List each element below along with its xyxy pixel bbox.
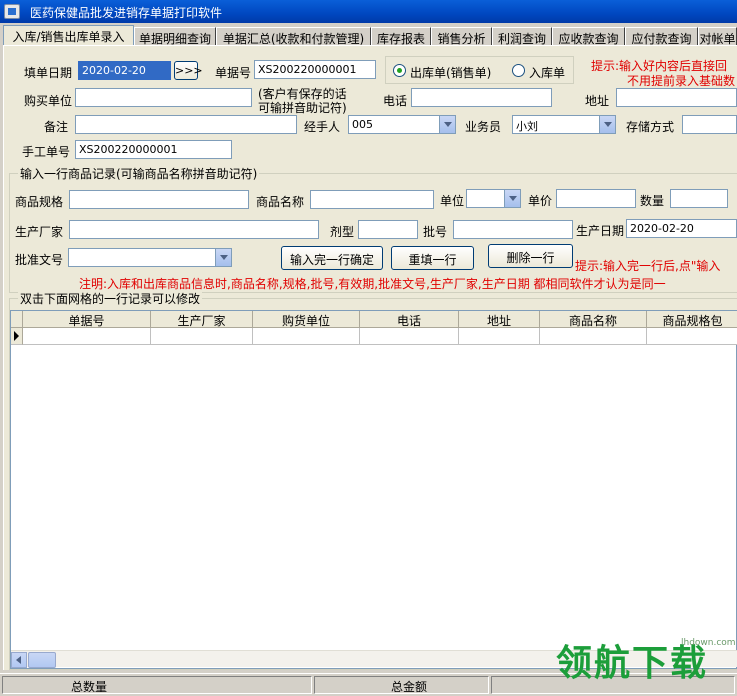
storage-label: 存储方式	[626, 120, 675, 134]
salesman-select[interactable]: 小刘	[512, 115, 616, 134]
spec-label: 商品规格	[15, 195, 64, 209]
chevron-down-icon[interactable]	[215, 249, 231, 266]
remark-label: 备注	[44, 120, 69, 134]
approval-label: 批准文号	[15, 253, 64, 267]
tab-profit-query[interactable]: 利润查询	[492, 27, 552, 46]
handler-label: 经手人	[304, 120, 341, 134]
maker-input[interactable]	[69, 220, 319, 239]
confirm-row-button[interactable]: 输入完一行确定	[281, 246, 383, 270]
date-picker-button[interactable]: >>>	[174, 61, 203, 80]
grid-cell[interactable]	[459, 328, 540, 345]
manual-no-label: 手工单号	[22, 145, 71, 159]
col-product-spec[interactable]: 商品规格包	[647, 311, 737, 328]
records-grid[interactable]: 单据号 生产厂家 购货单位 电话 地址 商品名称 商品规格包	[10, 310, 737, 669]
app-icon	[4, 4, 20, 19]
fill-date-input[interactable]: 2020-02-20	[78, 61, 171, 80]
mfg-date-label: 生产日期	[576, 224, 625, 238]
manual-no-input[interactable]: XS200220000001	[75, 140, 232, 159]
radio-in-label[interactable]: 入库单	[529, 64, 565, 81]
price-input[interactable]	[556, 189, 636, 208]
col-phone[interactable]: 电话	[360, 311, 459, 328]
spec-input[interactable]	[69, 190, 249, 209]
refill-row-button[interactable]: 重填一行	[391, 246, 474, 270]
salesman-label: 业务员	[465, 120, 502, 134]
buyer-input[interactable]	[75, 88, 252, 107]
handler-value: 005	[352, 118, 373, 131]
form-label: 剂型	[330, 225, 355, 239]
row-indicator[interactable]	[11, 328, 23, 345]
grid-cell[interactable]	[151, 328, 253, 345]
col-buyer[interactable]: 购货单位	[253, 311, 360, 328]
unit-label: 单位	[440, 194, 465, 208]
fill-date-label: 填单日期	[24, 66, 73, 80]
chevron-down-icon[interactable]	[599, 116, 615, 133]
unit-select[interactable]	[466, 189, 521, 208]
delete-row-button[interactable]: 删除一行	[488, 244, 573, 268]
tip-line-2: 不用提前录入基础数	[627, 74, 736, 88]
handler-select[interactable]: 005	[348, 115, 456, 134]
phone-label: 电话	[383, 94, 408, 108]
approval-select[interactable]	[68, 248, 232, 267]
col-address[interactable]: 地址	[459, 311, 540, 328]
tab-entry[interactable]: 入库/销售出库单录入	[3, 25, 134, 47]
grid-corner	[11, 311, 23, 328]
qty-label: 数量	[640, 194, 665, 208]
price-label: 单价	[528, 194, 553, 208]
scroll-left-icon[interactable]	[11, 652, 27, 668]
phone-input[interactable]	[411, 88, 552, 107]
grid-cell[interactable]	[23, 328, 151, 345]
grid-cell[interactable]	[647, 328, 737, 345]
col-product-name[interactable]: 商品名称	[540, 311, 647, 328]
name-input[interactable]	[310, 190, 434, 209]
buyer-hint-2: 可输拼音助记符)	[258, 101, 347, 115]
address-input[interactable]	[616, 88, 737, 107]
mfg-date-input[interactable]: 2020-02-20	[626, 219, 737, 238]
watermark-logo: 领航下载 lhdown.com	[548, 632, 737, 696]
radio-in-order[interactable]	[512, 64, 525, 77]
grid-cell[interactable]	[253, 328, 360, 345]
window-title: 医药保健品批发进销存单据打印软件	[30, 6, 223, 20]
grid-cell[interactable]	[360, 328, 459, 345]
grid-cell[interactable]	[540, 328, 647, 345]
total-qty-label: 总数量	[2, 676, 312, 694]
doc-no-input[interactable]: XS200220000001	[254, 60, 376, 79]
tab-summary[interactable]: 单据汇总(收款和付款管理)	[216, 27, 371, 46]
name-label: 商品名称	[256, 195, 305, 209]
radio-out-label[interactable]: 出库单(销售单)	[410, 64, 491, 81]
watermark-url: lhdown.com	[681, 638, 736, 648]
tab-strip: 入库/销售出库单录入 单据明细查询 单据汇总(收款和付款管理) 库存报表 销售分…	[0, 25, 737, 47]
item-entry-title: 输入一行商品记录(可输商品名称拼音助记符)	[18, 165, 260, 182]
tab-inventory-report[interactable]: 库存报表	[371, 27, 431, 46]
batch-input[interactable]	[453, 220, 573, 239]
address-label: 地址	[585, 94, 610, 108]
form-input[interactable]	[358, 220, 418, 239]
row-tip-text: 提示:输入完一行后,点"输入	[575, 259, 721, 273]
col-doc-no[interactable]: 单据号	[23, 311, 151, 328]
salesman-value: 小刘	[516, 120, 538, 133]
qty-input[interactable]	[670, 189, 728, 208]
total-amount-label: 总金额	[314, 676, 489, 694]
title-bar: 医药保健品批发进销存单据打印软件	[0, 0, 737, 23]
radio-out-order[interactable]	[393, 64, 406, 77]
batch-label: 批号	[423, 225, 448, 239]
tab-statement[interactable]: 对帐单	[698, 27, 737, 46]
current-row-arrow-icon	[14, 331, 19, 341]
maker-label: 生产厂家	[15, 225, 64, 239]
buyer-label: 购买单位	[24, 94, 73, 108]
tab-payable-query[interactable]: 应付款查询	[625, 27, 698, 46]
doc-no-label: 单据号	[215, 66, 252, 80]
grid-title: 双击下面网格的一行记录可以修改	[18, 290, 203, 307]
tab-sales-analysis[interactable]: 销售分析	[431, 27, 492, 46]
tab-detail-query[interactable]: 单据明细查询	[134, 27, 216, 46]
storage-input[interactable]	[682, 115, 737, 134]
tab-receivable-query[interactable]: 应收款查询	[552, 27, 625, 46]
chevron-down-icon[interactable]	[504, 190, 520, 207]
scroll-thumb[interactable]	[28, 652, 56, 668]
chevron-down-icon[interactable]	[439, 116, 455, 133]
col-maker[interactable]: 生产厂家	[151, 311, 253, 328]
remark-input[interactable]	[75, 115, 297, 134]
